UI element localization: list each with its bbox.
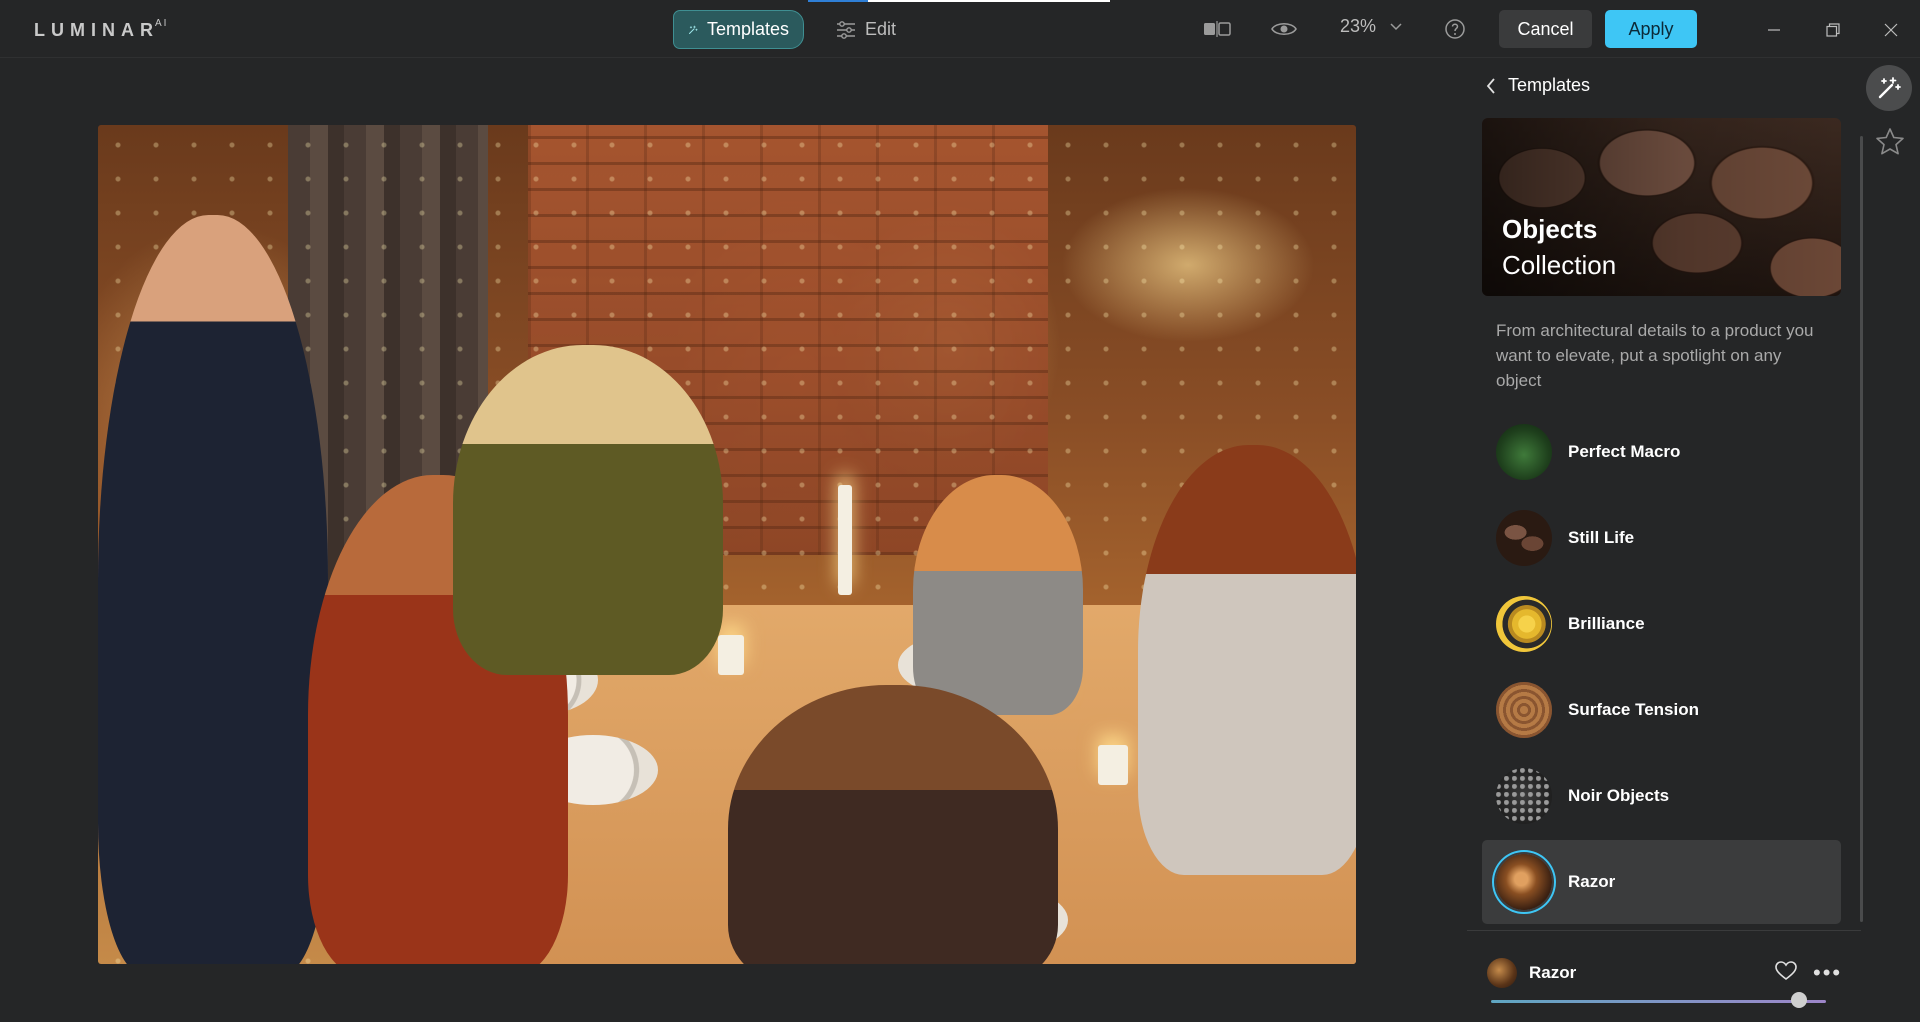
zoom-dropdown[interactable]: 23%: [1340, 16, 1402, 37]
preview-button[interactable]: [1271, 17, 1297, 41]
amount-slider-track[interactable]: [1491, 1000, 1826, 1003]
tab-edit[interactable]: Edit: [822, 10, 910, 49]
minimize-icon: [1768, 29, 1780, 31]
dark-texture-thumbnail-icon: [1496, 768, 1552, 824]
template-label: Still Life: [1568, 528, 1635, 547]
eye-icon: [1271, 22, 1297, 36]
panel-scrollbar[interactable]: [1860, 136, 1863, 922]
zoom-value: 23%: [1340, 16, 1377, 36]
amber-thumbnail-icon: [1496, 854, 1552, 910]
template-item-brilliance[interactable]: Brilliance: [1482, 582, 1841, 666]
heart-icon[interactable]: [1775, 961, 1797, 981]
wood-rings-thumbnail-icon: [1496, 682, 1552, 738]
photo-person: [1138, 445, 1356, 875]
selected-template-name: Razor: [1529, 963, 1577, 982]
collection-title: Collection: [1502, 250, 1617, 280]
split-view-icon: [1204, 21, 1231, 37]
template-label: Surface Tension: [1568, 700, 1699, 719]
template-item-still-life[interactable]: Still Life: [1482, 496, 1841, 580]
panel-title: Templates: [1508, 75, 1591, 95]
collection-banner: Objects Collection: [1482, 118, 1841, 296]
templates-tool-button[interactable]: [1866, 65, 1912, 111]
app-logo: LUMINARAI: [34, 18, 169, 40]
photo-candle: [1098, 745, 1128, 785]
template-item-razor[interactable]: Razor: [1482, 840, 1841, 924]
magic-wand-icon: [688, 25, 698, 34]
templates-back-button[interactable]: Templates: [1486, 75, 1590, 96]
coffee-beans-thumbnail-icon: [1496, 510, 1552, 566]
template-label: Perfect Macro: [1568, 442, 1681, 461]
template-label: Razor: [1568, 872, 1616, 891]
help-icon: [1445, 19, 1465, 39]
close-button[interactable]: [1879, 18, 1903, 42]
template-item-perfect-macro[interactable]: Perfect Macro: [1482, 410, 1841, 494]
tab-templates-label: Templates: [706, 19, 789, 39]
more-options-icon[interactable]: •••: [1813, 962, 1842, 984]
photo-person: [453, 345, 723, 675]
template-list: Perfect Macro Still Life Brilliance Surf…: [1482, 410, 1841, 926]
cancel-button[interactable]: Cancel: [1499, 10, 1592, 48]
photo-candle: [718, 635, 744, 675]
loading-progress-line: [808, 0, 1110, 2]
photo-person: [913, 475, 1083, 715]
collection-description: From architectural details to a product …: [1496, 321, 1814, 390]
selected-template-thumbnail: [1487, 958, 1517, 988]
magic-wand-icon: [1878, 77, 1901, 99]
collection-title-bold: Objects: [1502, 214, 1598, 244]
photo-person: [728, 685, 1058, 964]
close-icon: [1884, 23, 1898, 37]
help-button[interactable]: [1444, 17, 1466, 41]
photo-candle: [838, 485, 852, 595]
snail-shell-thumbnail-icon: [1496, 596, 1552, 652]
apply-button[interactable]: Apply: [1605, 10, 1697, 48]
tab-templates[interactable]: Templates: [673, 10, 804, 49]
star-icon[interactable]: [1874, 126, 1906, 158]
restore-button[interactable]: [1821, 18, 1845, 42]
compare-view-button[interactable]: [1203, 17, 1231, 41]
leaf-thumbnail-icon: [1496, 424, 1552, 480]
footer-divider: [1467, 930, 1861, 931]
photo-canvas[interactable]: [98, 125, 1356, 964]
template-item-surface-tension[interactable]: Surface Tension: [1482, 668, 1841, 752]
restore-icon: [1826, 23, 1840, 37]
photo-person: [98, 215, 328, 964]
minimize-button[interactable]: [1762, 18, 1786, 42]
chevron-down-icon: [1390, 22, 1402, 30]
template-label: Brilliance: [1568, 614, 1645, 633]
top-toolbar: LUMINARAI Templates Edit 23% Cancel Appl…: [0, 0, 1920, 58]
template-item-noir-objects[interactable]: Noir Objects: [1482, 754, 1841, 838]
templates-panel: Templates Objects Collection From archit…: [1460, 58, 1860, 1022]
selected-template-footer: Razor •••: [1487, 953, 1857, 993]
template-label: Noir Objects: [1568, 786, 1670, 805]
chevron-left-icon: [1486, 77, 1495, 94]
tab-edit-label: Edit: [865, 19, 897, 39]
sliders-icon: [837, 20, 855, 39]
